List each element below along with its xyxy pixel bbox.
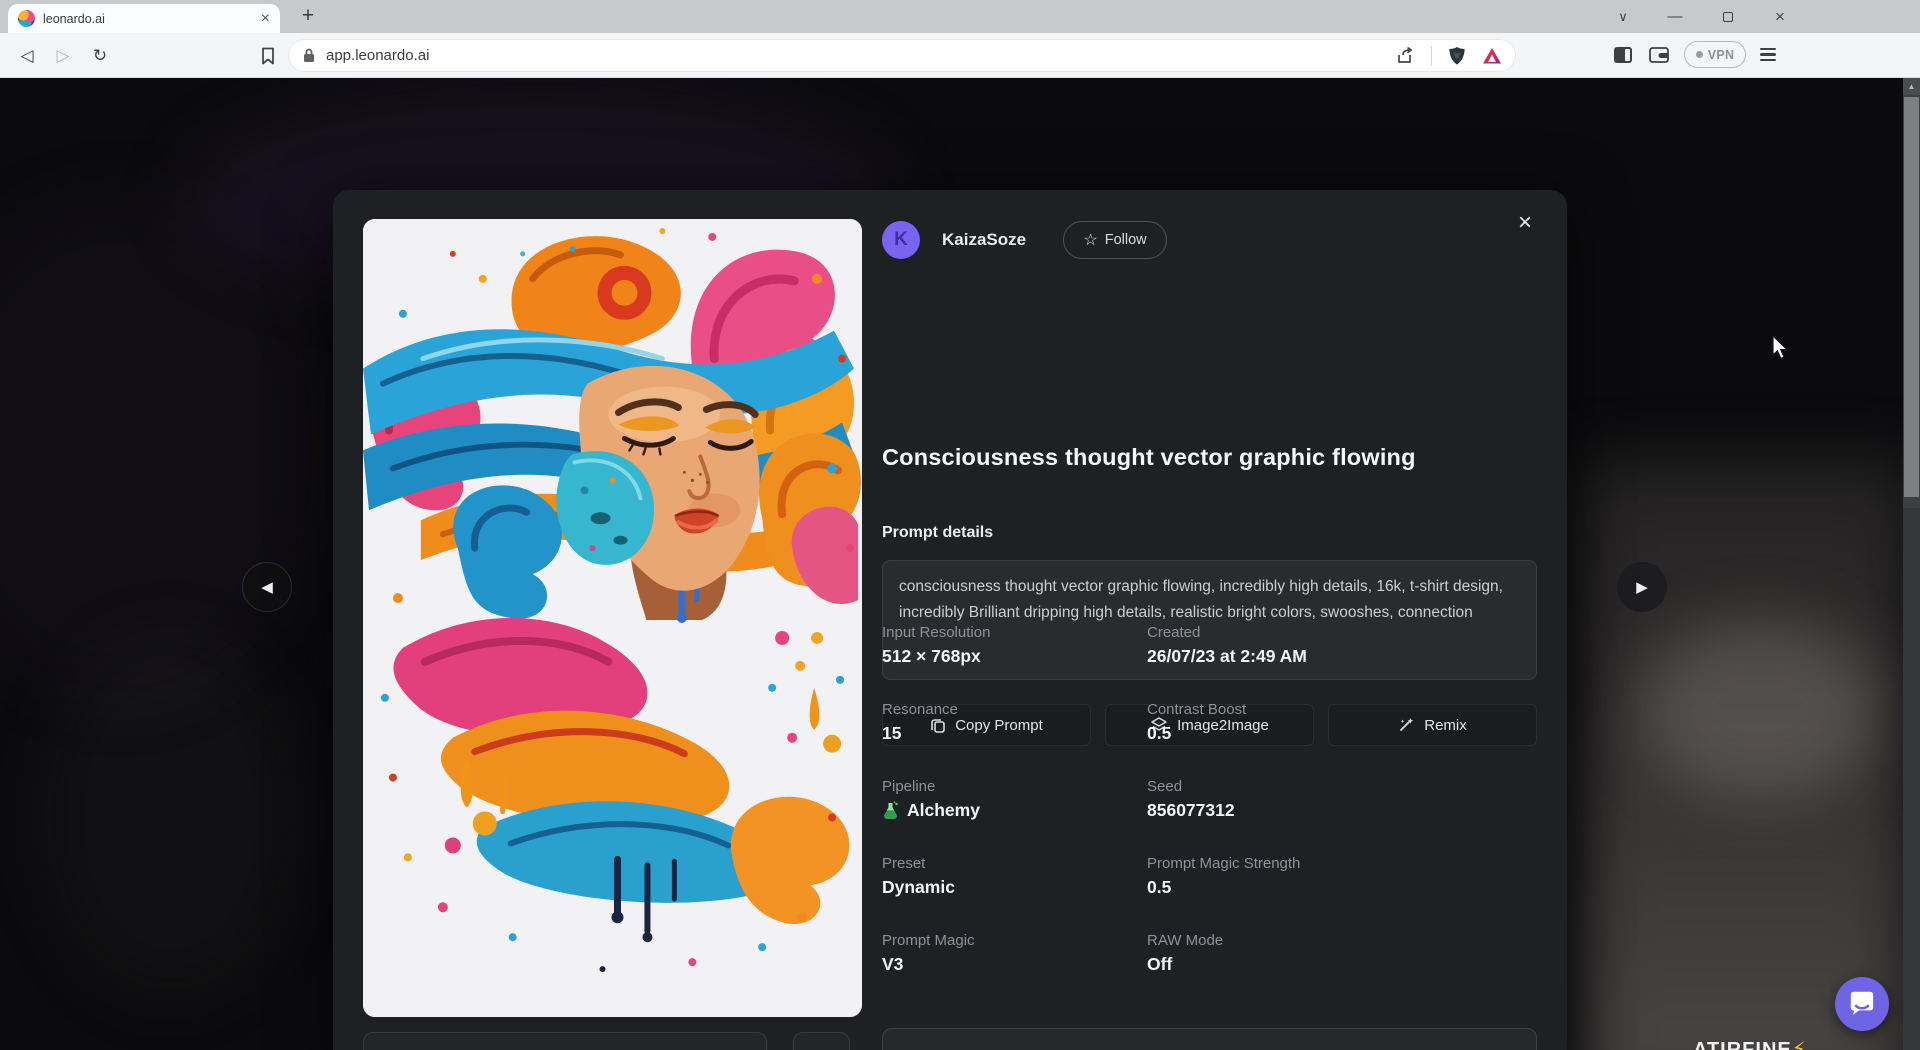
backdrop-glow (0, 198, 320, 698)
mouse-cursor (1772, 336, 1794, 365)
scrollbar[interactable]: ▲ (1903, 78, 1920, 1050)
brave-shield-icon[interactable] (1448, 46, 1466, 66)
detail-pipeline: Pipeline Alchemy (882, 778, 1147, 821)
support-chat-button[interactable] (1835, 977, 1889, 1031)
forward-button[interactable]: ▷ (50, 43, 76, 69)
lock-icon (302, 47, 316, 64)
vpn-label: VPN (1708, 48, 1735, 62)
tab-strip: leonardo.ai × + ∨ — × (0, 0, 1920, 33)
chat-bubble-icon (1847, 989, 1877, 1019)
thumbnail-strip[interactable] (363, 1032, 767, 1050)
scrollbar-up-arrow[interactable]: ▲ (1903, 78, 1920, 95)
detail-resonance: Resonance 15 (882, 701, 1147, 744)
window-menu-chevron-icon[interactable]: ∨ (1600, 0, 1646, 33)
generate-with-model-button[interactable]: Generate with this model (882, 1028, 1537, 1050)
image-title: Consciousness thought vector graphic flo… (882, 444, 1542, 471)
window-restore-button[interactable] (1705, 0, 1751, 33)
previous-image-button[interactable]: ◀ (242, 562, 292, 612)
user-name[interactable]: KaizaSoze (942, 230, 1026, 250)
follow-label: Follow (1105, 232, 1147, 248)
wallet-icon[interactable] (1648, 45, 1670, 65)
tab-title: leonardo.ai (43, 12, 253, 26)
image-detail-modal: K KaizaSoze ☆ Follow × Consciousness tho… (333, 190, 1567, 1050)
watermark: ATIRFINE⚡ (1693, 1037, 1853, 1050)
detail-panel: K KaizaSoze ☆ Follow (882, 220, 1537, 260)
sidebar-panel-icon[interactable] (1612, 45, 1634, 65)
detail-prompt-magic: Prompt Magic V3 (882, 932, 1147, 975)
bookmark-icon[interactable] (255, 43, 281, 69)
tab-close-icon[interactable]: × (261, 11, 270, 27)
detail-contrast-boost: Contrast Boost 0.5 (1147, 701, 1537, 744)
window-close-button[interactable]: × (1757, 0, 1803, 33)
blurred-next-image (1640, 618, 1880, 798)
menu-icon[interactable] (1760, 48, 1776, 62)
thumbnail-strip[interactable] (793, 1032, 850, 1050)
prompt-details-heading: Prompt details (882, 524, 993, 542)
follow-button[interactable]: ☆ Follow (1063, 221, 1167, 259)
leonardo-favicon (18, 10, 35, 27)
browser-toolbar: ◁ ▷ ↻ app.leonardo.ai (0, 33, 1920, 78)
artwork-illustration (363, 219, 862, 1017)
url-bar[interactable]: app.leonardo.ai (288, 39, 1516, 72)
detail-input-resolution: Input Resolution 512 × 768px (882, 624, 1147, 667)
new-tab-button[interactable]: + (295, 3, 321, 29)
detail-raw-mode: RAW Mode Off (1147, 932, 1537, 975)
bat-rewards-icon[interactable] (1482, 47, 1502, 65)
star-icon: ☆ (1083, 230, 1097, 250)
browser-tab[interactable]: leonardo.ai × (8, 4, 280, 33)
next-image-button[interactable]: ▶ (1617, 562, 1667, 612)
scrollbar-thumb[interactable] (1904, 97, 1919, 497)
blurred-prev-image (40, 638, 300, 998)
alchemy-flask-icon (882, 801, 899, 820)
avatar[interactable]: K (882, 221, 920, 259)
detail-prompt-magic-strength: Prompt Magic Strength 0.5 (1147, 855, 1537, 898)
window-minimize-button[interactable]: — (1652, 0, 1698, 33)
detail-seed: Seed 856077312 (1147, 778, 1537, 821)
details-grid: Input Resolution 512 × 768px Created 26/… (882, 624, 1537, 975)
detail-created: Created 26/07/23 at 2:49 AM (1147, 624, 1537, 667)
share-icon[interactable] (1396, 47, 1415, 65)
scrollbar-track[interactable] (1903, 508, 1920, 1050)
detail-preset: Preset Dynamic (882, 855, 1147, 898)
modal-close-icon[interactable]: × (1511, 210, 1539, 238)
url-text: app.leonardo.ai (326, 47, 1386, 64)
screen: leonardo.ai × + ∨ — × ◁ ▷ ↻ app.leonardo… (0, 0, 1920, 1050)
divider (1431, 46, 1432, 66)
vpn-status-dot (1696, 51, 1703, 58)
reload-button[interactable]: ↻ (87, 43, 113, 69)
back-button[interactable]: ◁ (14, 43, 40, 69)
artwork-image (363, 219, 862, 1017)
vpn-button[interactable]: VPN (1684, 41, 1746, 68)
